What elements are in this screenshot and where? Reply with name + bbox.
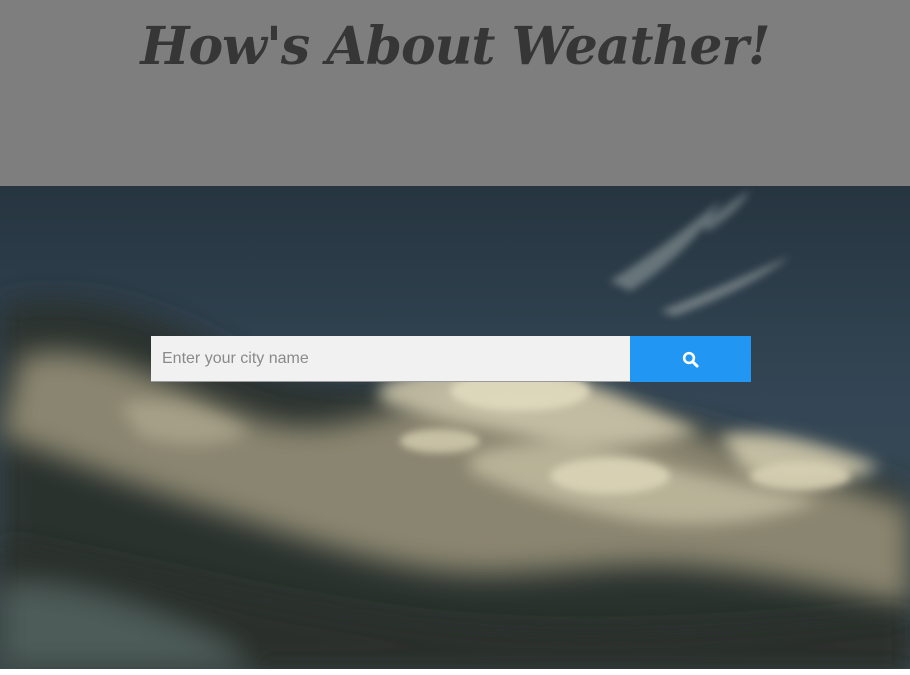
site-header: How's About Weather! <box>0 0 910 186</box>
search-icon <box>682 351 699 368</box>
city-search-input[interactable] <box>151 336 630 382</box>
hero-sky-background <box>0 186 910 669</box>
page-bottom-strip <box>0 669 910 675</box>
search-button[interactable] <box>630 336 751 382</box>
site-title: How's About Weather! <box>140 16 770 77</box>
weather-page: How's About Weather! <box>0 0 910 675</box>
cloudy-sky-image <box>0 186 910 669</box>
city-search-form <box>151 336 751 382</box>
